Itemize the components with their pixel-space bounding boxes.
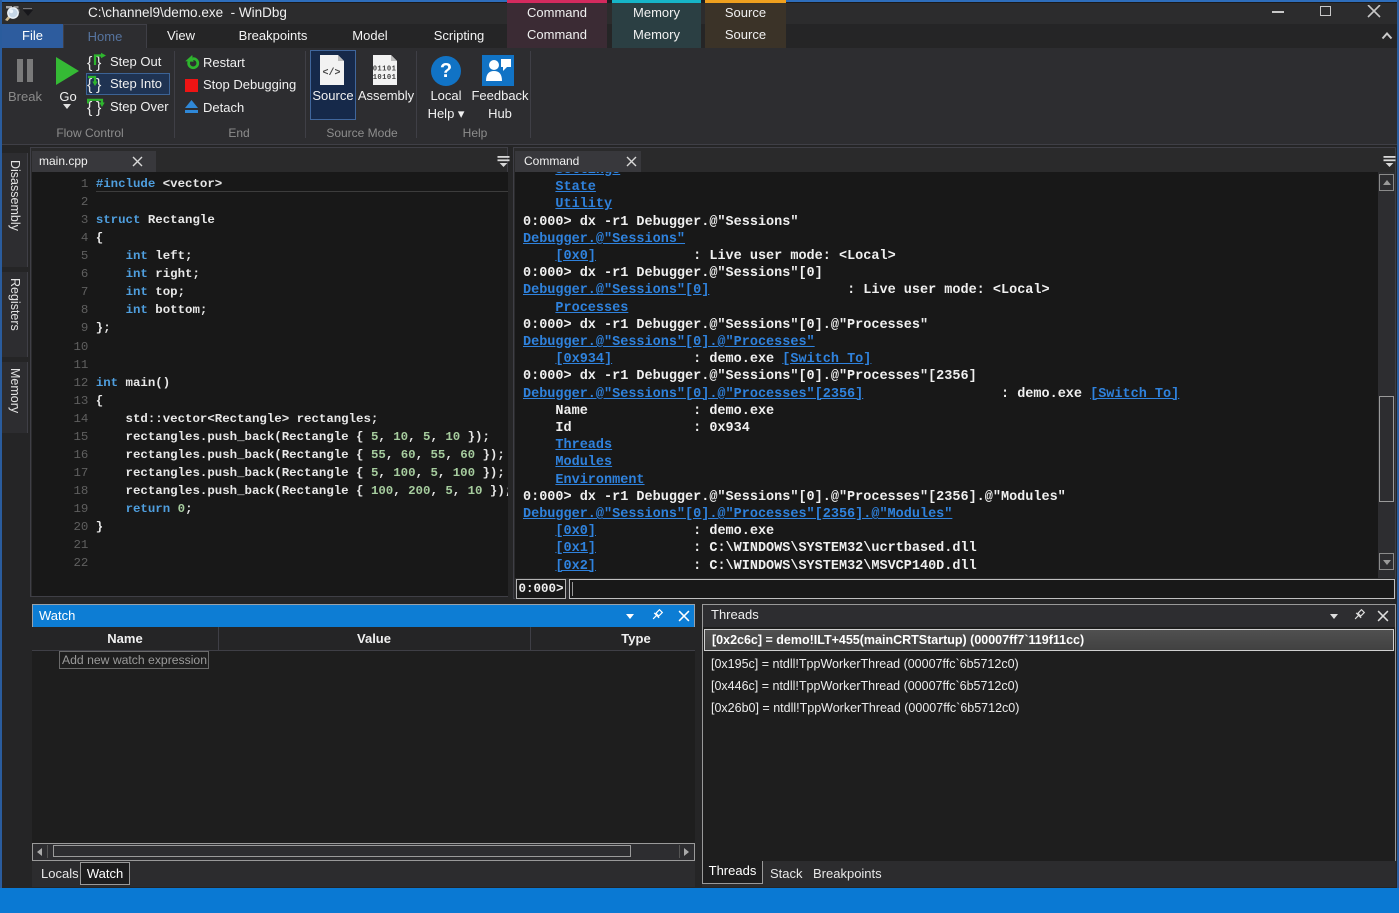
svg-text:01101: 01101 <box>373 66 397 74</box>
svg-text:}: } <box>96 77 102 94</box>
svg-text:{: { <box>87 55 93 72</box>
svg-text:{: { <box>87 77 93 94</box>
svg-text:</>: </> <box>322 67 340 79</box>
svg-text:10101: 10101 <box>373 74 397 82</box>
